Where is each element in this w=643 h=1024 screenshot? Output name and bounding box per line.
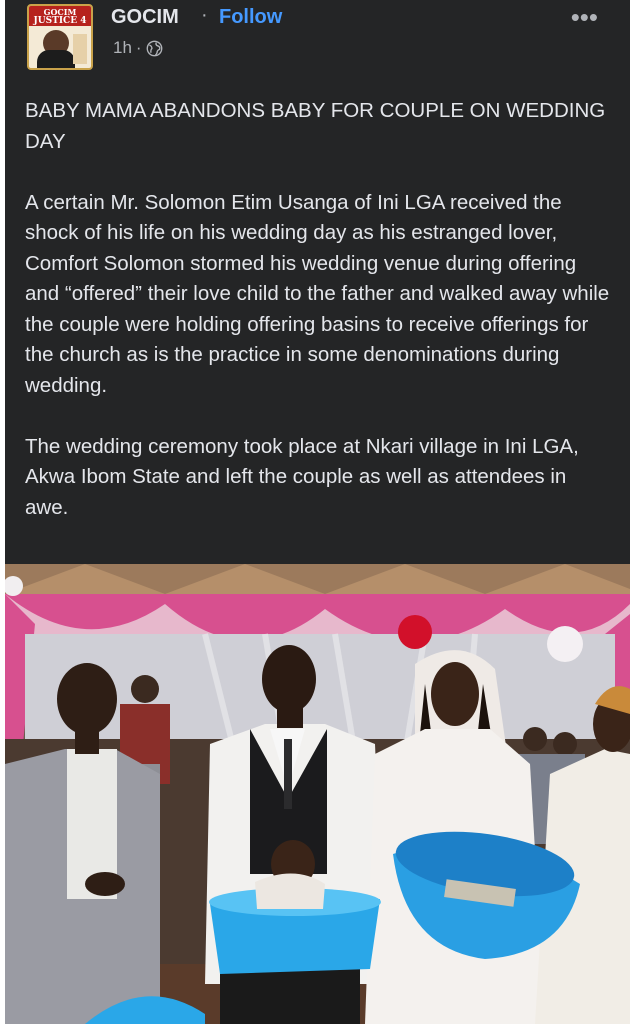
avatar-badge-top: GOCIM bbox=[43, 7, 77, 17]
page-avatar[interactable]: GOCIM JUSTICE 4 bbox=[27, 4, 93, 70]
red-balloon bbox=[398, 615, 432, 649]
avatar-side-panel bbox=[73, 34, 87, 64]
name-separator: · bbox=[201, 4, 208, 26]
post-time[interactable]: 1h bbox=[113, 38, 132, 58]
avatar-badge-title: JUSTICE 4 bbox=[33, 16, 87, 26]
post-card: GOCIM JUSTICE 4 GOCIM · Follow 1h · ••• … bbox=[5, 0, 630, 1024]
white-balloon bbox=[547, 626, 583, 662]
post-paragraph-2: The wedding ceremony took place at Nkari… bbox=[25, 434, 579, 519]
post-meta: 1h · bbox=[113, 38, 163, 58]
post-headline: BABY MAMA ABANDONS BABY FOR COUPLE ON WE… bbox=[25, 99, 606, 153]
meta-separator: · bbox=[135, 38, 142, 57]
follow-button[interactable]: Follow bbox=[219, 6, 282, 29]
post-photo[interactable] bbox=[5, 564, 630, 1024]
more-options-icon[interactable]: ••• bbox=[571, 2, 598, 33]
avatar-body bbox=[37, 50, 75, 68]
wedding-photo bbox=[5, 564, 630, 1024]
post-paragraph-1: A certain Mr. Solomon Etim Usanga of Ini… bbox=[25, 190, 610, 397]
globe-icon bbox=[146, 40, 162, 56]
post-header: GOCIM JUSTICE 4 GOCIM · Follow 1h · ••• bbox=[5, 0, 630, 80]
post-body: BABY MAMA ABANDONS BABY FOR COUPLE ON WE… bbox=[25, 96, 615, 554]
baby-body bbox=[255, 873, 325, 909]
page-name[interactable]: GOCIM bbox=[111, 6, 179, 29]
